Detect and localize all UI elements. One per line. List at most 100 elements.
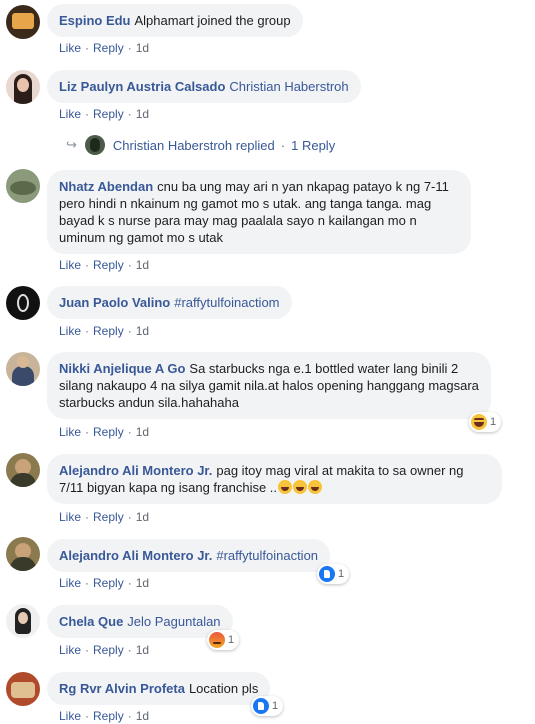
mention-link[interactable]: Christian Haberstroh — [229, 79, 348, 94]
reply-button[interactable]: Reply — [93, 709, 124, 723]
replier-name[interactable]: Christian Haberstroh replied — [113, 138, 275, 153]
comment-bubble: Nikki Anjelique A Go Sa starbucks nga e.1… — [47, 352, 491, 419]
timestamp[interactable]: 1d — [136, 258, 149, 272]
timestamp[interactable]: 1d — [136, 324, 149, 338]
comment-actions: Like · Reply · 1d — [59, 576, 149, 590]
avatar[interactable] — [6, 672, 40, 706]
reply-button[interactable]: Reply — [93, 41, 124, 55]
timestamp[interactable]: 1d — [136, 107, 149, 121]
reply-button[interactable]: Reply — [93, 425, 124, 439]
comment-text: Alphamart joined the group — [134, 13, 291, 28]
timestamp[interactable]: 1d — [136, 709, 149, 723]
haha-emoji-icon — [293, 480, 308, 494]
reaction-summary[interactable]: 1 — [207, 630, 240, 650]
avatar[interactable] — [6, 5, 40, 39]
comment-bubble: Chela Que Jelo Paguntalan — [47, 605, 233, 638]
reply-arrow-icon: ↪ — [66, 137, 77, 152]
separator: · — [127, 324, 132, 338]
timestamp[interactable]: 1d — [136, 41, 149, 55]
like-button[interactable]: Like — [59, 510, 81, 524]
comment-actions: Like · Reply · 1d — [59, 107, 149, 121]
hashtag-link[interactable]: #raffytulfoinactiom — [174, 295, 279, 310]
like-button[interactable]: Like — [59, 41, 81, 55]
avatar[interactable] — [6, 169, 40, 203]
reply-button[interactable]: Reply — [93, 510, 124, 524]
reaction-summary[interactable]: 1 — [469, 412, 502, 432]
comment-actions: Like · Reply · 1d — [59, 41, 149, 55]
like-reaction-icon — [253, 698, 269, 714]
separator: · — [85, 576, 90, 590]
comment-actions: Like · Reply · 1d — [59, 643, 149, 657]
separator: · — [85, 324, 90, 338]
comment-author[interactable]: Nikki Anjelique A Go — [59, 361, 185, 376]
like-button[interactable]: Like — [59, 425, 81, 439]
separator: · — [85, 643, 90, 657]
like-button[interactable]: Like — [59, 576, 81, 590]
separator: · — [85, 510, 90, 524]
separator: · — [127, 576, 132, 590]
comment-actions: Like · Reply · 1d — [59, 324, 149, 338]
reaction-count: 1 — [338, 568, 345, 580]
angry-reaction-icon — [209, 632, 225, 648]
comment-author[interactable]: Alejandro Ali Montero Jr. — [59, 548, 212, 563]
comment-author[interactable]: Juan Paolo Valino — [59, 295, 170, 310]
comment-author[interactable]: Nhatz Abendan — [59, 179, 153, 194]
reaction-count: 1 — [228, 634, 235, 646]
comment-bubble: Espino Edu Alphamart joined the group — [47, 4, 303, 37]
haha-emoji-icon — [278, 480, 293, 494]
timestamp[interactable]: 1d — [136, 576, 149, 590]
comment-bubble: Juan Paolo Valino #raffytulfoinactiom — [47, 286, 292, 319]
haha-emoji-icon — [308, 480, 323, 494]
like-button[interactable]: Like — [59, 324, 81, 338]
separator: · — [127, 41, 132, 55]
separator: · — [85, 41, 90, 55]
reply-button[interactable]: Reply — [93, 643, 124, 657]
avatar[interactable] — [6, 70, 40, 104]
separator: · — [85, 709, 90, 723]
reaction-summary[interactable]: 1 — [251, 696, 284, 716]
timestamp[interactable]: 1d — [136, 510, 149, 524]
reply-button[interactable]: Reply — [93, 324, 124, 338]
avatar — [84, 135, 105, 155]
comment-text: Location pls — [188, 681, 259, 696]
comment-bubble: Nhatz Abendan cnu ba ung may ari n yan nk… — [47, 170, 471, 254]
like-button[interactable]: Like — [59, 643, 81, 657]
avatar[interactable] — [6, 604, 40, 638]
avatar[interactable] — [6, 453, 40, 487]
separator: · — [127, 425, 132, 439]
like-button[interactable]: Like — [59, 709, 81, 723]
avatar[interactable] — [6, 286, 40, 320]
comment-author[interactable]: Alejandro Ali Montero Jr. — [59, 463, 212, 478]
like-button[interactable]: Like — [59, 107, 81, 121]
comment-author[interactable]: Espino Edu — [59, 13, 131, 28]
separator: · — [280, 137, 286, 153]
comment-actions: Like · Reply · 1d — [59, 510, 149, 524]
separator: · — [127, 107, 132, 121]
reaction-count: 1 — [490, 416, 497, 428]
separator: · — [127, 643, 132, 657]
separator: · — [127, 510, 132, 524]
haha-reaction-icon — [471, 414, 487, 430]
reaction-summary[interactable]: 1 — [317, 564, 350, 584]
separator: · — [85, 425, 90, 439]
separator: · — [127, 709, 132, 723]
comment-actions: Like · Reply · 1d — [59, 425, 149, 439]
reply-count[interactable]: 1 Reply — [291, 138, 335, 153]
view-replies-link[interactable]: ↪ Christian Haberstroh replied · 1 Reply — [66, 134, 335, 156]
separator: · — [127, 258, 132, 272]
timestamp[interactable]: 1d — [136, 425, 149, 439]
avatar[interactable] — [6, 537, 40, 571]
comment-author[interactable]: Liz Paulyn Austria Calsado — [59, 79, 225, 94]
hashtag-link[interactable]: #raffytulfoinaction — [216, 548, 318, 563]
reply-button[interactable]: Reply — [93, 576, 124, 590]
comment-bubble: Rg Rvr Alvin Profeta Location pls — [47, 672, 271, 705]
separator: · — [85, 107, 90, 121]
comment-author[interactable]: Rg Rvr Alvin Profeta — [59, 681, 185, 696]
avatar[interactable] — [6, 352, 40, 386]
like-button[interactable]: Like — [59, 258, 81, 272]
comment-author[interactable]: Chela Que — [59, 614, 123, 629]
mention-link[interactable]: Jelo Paguntalan — [127, 614, 220, 629]
timestamp[interactable]: 1d — [136, 643, 149, 657]
reply-button[interactable]: Reply — [93, 258, 124, 272]
reply-button[interactable]: Reply — [93, 107, 124, 121]
